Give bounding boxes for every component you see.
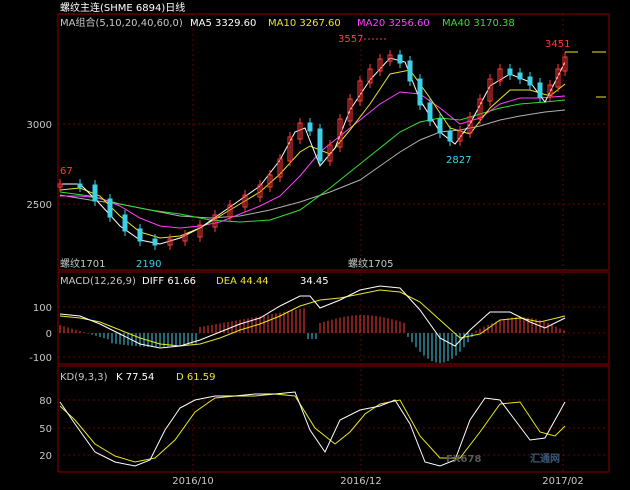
annotation-3557: 3557	[338, 34, 363, 45]
kd-d-label: D 61.59	[176, 372, 216, 383]
contract-1701-label: 螺纹1701	[60, 257, 105, 270]
candle-body	[107, 198, 113, 218]
candles-group	[57, 50, 568, 250]
ma10-line	[59, 69, 566, 239]
price-tick-2500: 2500	[27, 200, 52, 211]
ma20-label: MA20 3256.60	[357, 18, 430, 29]
macd-tick-100: 100	[33, 303, 52, 314]
candle-body	[137, 228, 143, 242]
macd-panel-frame	[57, 271, 610, 365]
kd-k-label: K 77.54	[116, 372, 154, 383]
candle-body	[437, 118, 443, 134]
chart-title: 螺纹主连(SHME 6894)日线	[60, 1, 185, 14]
kd-tick-80: 80	[39, 396, 52, 407]
macd-tick-0: 0	[46, 329, 52, 340]
candle-body	[417, 78, 423, 106]
candle-body	[507, 68, 513, 76]
candle-body	[307, 122, 313, 132]
candle-body	[152, 238, 158, 246]
kd-label: KD(9,3,3)	[60, 372, 108, 383]
candle-body	[122, 214, 128, 232]
candle-body	[517, 72, 523, 80]
candle-body	[397, 54, 403, 64]
annotation-2827: 2827	[446, 155, 471, 166]
macd-label: MACD(12,26,9)	[60, 276, 136, 287]
macd-tick-minus-100: -100	[29, 353, 52, 364]
chart-root: 3000 2500 100 0 -100 80 50 20 2016/10 20…	[0, 0, 630, 490]
annotation-3451: 3451	[545, 39, 570, 50]
ma5-line	[60, 57, 566, 245]
watermark-fx678: FX678	[446, 454, 481, 465]
kd-tick-20: 20	[39, 451, 52, 462]
candle-body	[427, 102, 433, 122]
macd-dea-label: DEA 44.44	[216, 276, 269, 287]
watermark-cn: 汇通网	[530, 452, 560, 465]
x-tick-2016-12: 2016/12	[340, 476, 382, 487]
x-tick-2017-02: 2017/02	[542, 476, 584, 487]
x-tick-2016-10: 2016/10	[172, 476, 214, 487]
macd-histogram	[59, 308, 565, 363]
ma-group-label: MA组合(5,10,20,40,60,0)	[60, 16, 183, 29]
candle-body	[317, 128, 323, 162]
candle-body	[77, 183, 83, 188]
candle-body	[92, 184, 98, 202]
ma10-label: MA10 3267.60	[268, 18, 341, 29]
macd-value-label: 34.45	[300, 276, 329, 287]
price-tick-3000: 3000	[27, 120, 52, 131]
kd-tick-50: 50	[39, 424, 52, 435]
ma40-label: MA40 3170.38	[442, 18, 515, 29]
contract-1705-label: 螺纹1705	[348, 257, 393, 270]
macd-diff-label: DIFF 61.66	[142, 276, 196, 287]
chart-svg: 3000 2500 100 0 -100 80 50 20 2016/10 20…	[27, 1, 610, 487]
candle-body	[537, 82, 543, 98]
ma5-label: MA5 3329.60	[190, 18, 256, 29]
candle-body	[527, 76, 533, 86]
candle-body	[447, 130, 453, 142]
annotation-2190: 2190	[136, 259, 161, 270]
candle-body	[407, 60, 413, 82]
annotation-67: 67	[60, 166, 73, 177]
